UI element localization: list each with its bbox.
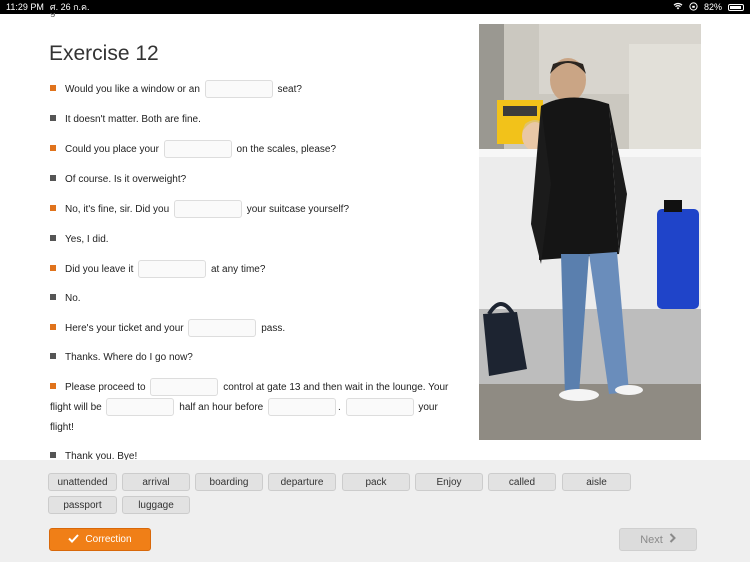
- dialogue-line: Here's your ticket and your pass.: [50, 319, 460, 339]
- exercise-title: Exercise 12: [49, 42, 159, 65]
- orientation-lock-icon: [689, 1, 698, 13]
- speaker-marker: [50, 294, 56, 300]
- word-chip[interactable]: departure: [268, 473, 336, 491]
- chevron-right-icon: [669, 533, 676, 546]
- word-chip[interactable]: called: [488, 473, 556, 491]
- speaker-marker: [50, 115, 56, 121]
- correction-button[interactable]: Correction: [49, 528, 151, 551]
- answer-blank[interactable]: [106, 398, 175, 417]
- dialogue-line: Yes, I did.: [50, 230, 460, 250]
- word-chip[interactable]: luggage: [122, 496, 190, 514]
- speaker-marker: [50, 85, 56, 91]
- dialogue-line: No, it's fine, sir. Did you your suitcas…: [50, 200, 460, 220]
- answer-blank[interactable]: [138, 260, 207, 279]
- word-chip[interactable]: Enjoy: [415, 473, 483, 491]
- word-chip[interactable]: passport: [48, 496, 117, 514]
- dialogue-line: Did you leave it at any time?: [50, 260, 460, 280]
- scrolled-text-fragment: g: [50, 13, 90, 18]
- speaker-marker: [50, 324, 56, 330]
- battery-percent: 82%: [703, 2, 722, 12]
- answer-blank[interactable]: [188, 319, 257, 338]
- dialogue-line: It doesn't matter. Both are fine.: [50, 110, 460, 130]
- word-chip[interactable]: aisle: [562, 473, 631, 491]
- status-bar: 11:29 PM ศ. 26 ก.ค. 82%: [0, 0, 750, 14]
- speaker-marker: [50, 175, 56, 181]
- dialogue-line: Please proceed to control at gate 13 and…: [50, 378, 460, 438]
- dialogue-line: Would you like a window or an seat?: [50, 80, 460, 100]
- speaker-marker: [50, 235, 56, 241]
- answer-blank[interactable]: [268, 398, 336, 417]
- speaker-marker: [50, 265, 56, 271]
- answer-blank[interactable]: [173, 200, 242, 219]
- answer-blank[interactable]: [204, 80, 273, 99]
- dialogue-line: Could you place your on the scales, plea…: [50, 140, 460, 160]
- word-chip[interactable]: boarding: [195, 473, 263, 491]
- answer-blank[interactable]: [163, 140, 232, 159]
- word-chip[interactable]: unattended: [48, 473, 117, 491]
- battery-icon: [728, 3, 744, 11]
- wifi-icon: [673, 2, 683, 12]
- speaker-marker: [50, 353, 56, 359]
- answer-blank[interactable]: [150, 378, 219, 397]
- status-date: ศ. 26 ก.ค.: [49, 2, 90, 12]
- status-time: 11:29 PM: [6, 2, 44, 12]
- checkmark-icon: [68, 533, 80, 546]
- speaker-marker: [50, 383, 56, 389]
- dialogue-line: Thanks. Where do I go now?: [50, 348, 460, 368]
- dialogue-line: No.: [50, 289, 460, 309]
- word-chip[interactable]: pack: [342, 473, 410, 491]
- next-label: Next: [640, 533, 663, 546]
- correction-label: Correction: [85, 534, 132, 545]
- word-chip[interactable]: arrival: [122, 473, 190, 491]
- airport-checkin-photo: [479, 24, 701, 440]
- speaker-marker: [50, 205, 56, 211]
- dialogue-line: Of course. Is it overweight?: [50, 170, 460, 190]
- answer-blank[interactable]: [345, 398, 414, 417]
- next-button[interactable]: Next: [619, 528, 697, 551]
- speaker-marker: [50, 145, 56, 151]
- speaker-marker: [50, 452, 56, 458]
